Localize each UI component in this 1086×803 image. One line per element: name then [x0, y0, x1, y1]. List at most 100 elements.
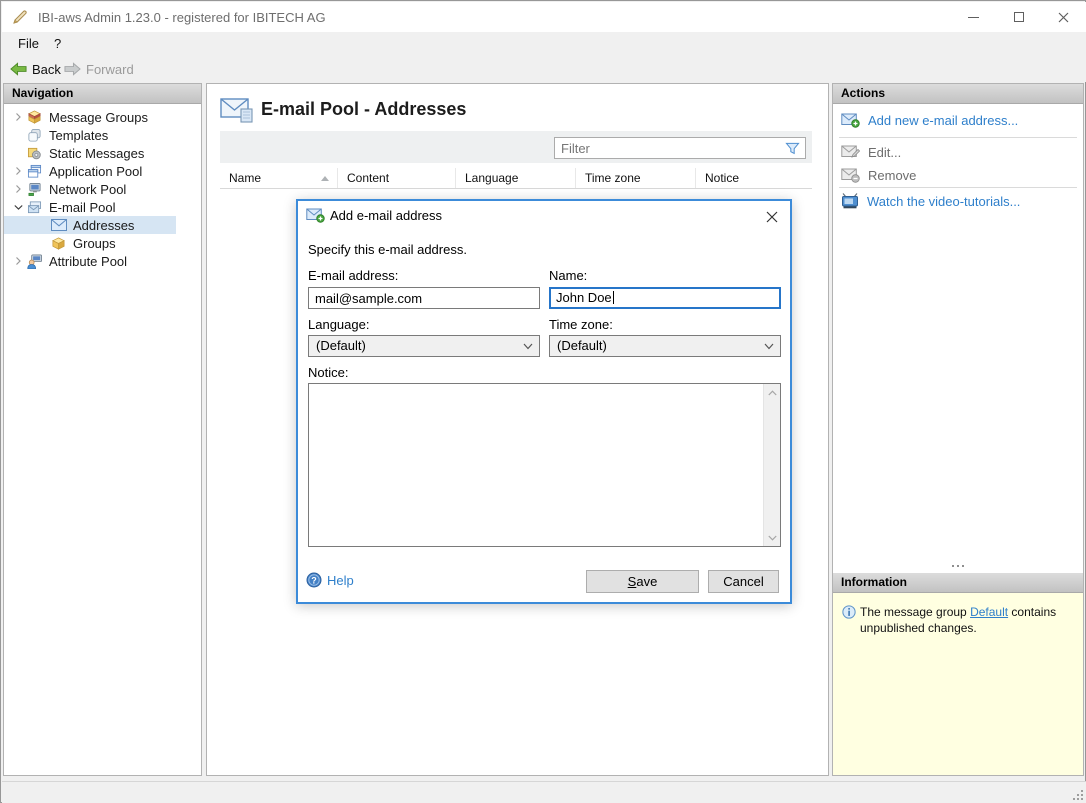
- menu-bar: File ?: [2, 32, 1086, 56]
- tree-item-label: Templates: [49, 127, 109, 143]
- name-field[interactable]: John Doe: [549, 287, 781, 309]
- separator: [839, 187, 1077, 188]
- tree-item-network-pool[interactable]: Network Pool: [4, 180, 201, 198]
- menu-file[interactable]: File: [18, 36, 39, 51]
- chevron-down-icon: [764, 343, 774, 350]
- tree-item-templates[interactable]: Templates: [4, 126, 201, 144]
- dialog-close-button[interactable]: [760, 205, 784, 229]
- information-message: The message group Default contains unpub…: [860, 605, 1057, 635]
- envelope-edit-icon: [841, 145, 860, 158]
- close-icon: [766, 211, 778, 223]
- scroll-up-icon[interactable]: [764, 384, 781, 401]
- tree-item-label: Addresses: [73, 217, 135, 233]
- tree-item-message-groups[interactable]: Message Groups: [4, 108, 201, 126]
- column-header-timezone[interactable]: Time zone: [576, 168, 696, 188]
- action-add-email[interactable]: Add new e-mail address...: [841, 109, 1018, 131]
- sort-ascending-icon: [321, 176, 329, 181]
- resize-grip[interactable]: [1071, 788, 1083, 800]
- back-label: Back: [32, 61, 61, 77]
- dialog-title: Add e-mail address: [330, 208, 442, 223]
- cancel-button[interactable]: Cancel: [708, 570, 779, 593]
- navigation-tree: Message Groups Templates Static Messages…: [4, 104, 201, 270]
- chevron-right-icon[interactable]: [10, 167, 26, 175]
- tree-item-addresses[interactable]: Addresses: [4, 216, 176, 234]
- scroll-down-icon[interactable]: [764, 529, 781, 546]
- action-label: Edit...: [868, 144, 902, 160]
- column-header-name[interactable]: Name: [220, 168, 338, 188]
- scrollbar[interactable]: [763, 384, 780, 546]
- filter-box: [554, 137, 806, 159]
- app-windows-icon: [26, 164, 43, 179]
- tree-item-static-messages[interactable]: Static Messages: [4, 144, 201, 162]
- chevron-right-icon[interactable]: [10, 257, 26, 265]
- language-select[interactable]: (Default): [308, 335, 540, 357]
- minimize-icon: [968, 16, 979, 18]
- templates-icon: [26, 128, 43, 143]
- page-title: E-mail Pool - Addresses: [261, 99, 467, 119]
- action-edit-email: Edit...: [841, 141, 901, 163]
- chevron-down-icon[interactable]: [10, 203, 26, 211]
- column-header-content[interactable]: Content: [338, 168, 456, 188]
- title-bar: IBI-aws Admin 1.23.0 - registered for IB…: [2, 2, 1086, 32]
- envelope-remove-icon: [841, 168, 860, 183]
- information-header: Information: [833, 573, 1083, 593]
- back-button[interactable]: Back: [10, 59, 61, 79]
- save-button[interactable]: Save: [586, 570, 699, 593]
- filter-strip: [220, 131, 812, 163]
- close-button[interactable]: [1041, 2, 1086, 32]
- arrow-left-green-icon: [10, 62, 27, 76]
- funnel-icon[interactable]: [785, 142, 800, 160]
- action-remove-email: Remove: [841, 164, 916, 186]
- language-label: Language:: [308, 317, 370, 332]
- action-label: Remove: [868, 167, 917, 183]
- chevron-down-icon: [523, 343, 533, 350]
- chevron-right-icon[interactable]: [10, 185, 26, 193]
- tree-item-label: Attribute Pool: [49, 253, 128, 269]
- forward-label: Forward: [86, 61, 134, 77]
- tree-item-label: Message Groups: [49, 109, 148, 125]
- notice-label: Notice:: [308, 365, 349, 380]
- action-watch-tutorials[interactable]: Watch the video-tutorials...: [841, 190, 1020, 212]
- filter-input[interactable]: [561, 140, 771, 156]
- envelope-add-icon: [841, 113, 860, 128]
- package-icon: [50, 236, 67, 251]
- envelope-add-icon: [306, 208, 325, 228]
- action-label: Add new e-mail address...: [868, 112, 1019, 128]
- maximize-button[interactable]: [996, 2, 1041, 32]
- network-icon: [26, 182, 43, 197]
- add-email-address-dialog: Add e-mail address Specify this e-mail a…: [296, 199, 792, 604]
- envelope-stack-icon: [26, 200, 43, 215]
- email-label: E-mail address:: [308, 268, 399, 283]
- actions-header: Actions: [833, 84, 1083, 104]
- tree-item-email-pool[interactable]: E-mail Pool: [4, 198, 201, 216]
- tree-item-label: Static Messages: [49, 145, 145, 161]
- email-field[interactable]: [308, 287, 540, 309]
- dialog-description: Specify this e-mail address.: [308, 242, 467, 257]
- tree-item-application-pool[interactable]: Application Pool: [4, 162, 201, 180]
- timezone-select[interactable]: (Default): [549, 335, 781, 357]
- information-panel: The message group Default contains unpub…: [833, 593, 1083, 775]
- forward-button: Forward: [64, 59, 134, 79]
- help-link[interactable]: ? Help: [306, 572, 354, 588]
- timezone-label: Time zone:: [549, 317, 613, 332]
- close-icon: [1058, 12, 1069, 22]
- text-caret: [612, 291, 614, 304]
- menu-help[interactable]: ?: [54, 36, 61, 51]
- default-group-link[interactable]: Default: [970, 605, 1008, 619]
- notice-textarea[interactable]: [308, 383, 781, 547]
- column-header-notice[interactable]: Notice: [696, 168, 812, 188]
- actions-panel: Actions Add new e-mail address... Edit..…: [832, 83, 1084, 776]
- chevron-right-icon[interactable]: [10, 113, 26, 121]
- tree-item-attribute-pool[interactable]: Attribute Pool: [4, 252, 201, 270]
- name-label: Name:: [549, 268, 588, 283]
- envelope-icon: [50, 219, 67, 231]
- minimize-button[interactable]: [951, 2, 996, 32]
- action-label: Watch the video-tutorials...: [867, 193, 1021, 209]
- app-window: IBI-aws Admin 1.23.0 - registered for IB…: [0, 0, 1086, 803]
- tree-item-groups[interactable]: Groups: [4, 234, 201, 252]
- svg-text:?: ?: [311, 575, 317, 585]
- tv-icon: [842, 193, 858, 209]
- tree-item-label: Network Pool: [49, 181, 127, 197]
- panel-splitter-handle[interactable]: [833, 562, 1083, 570]
- column-header-language[interactable]: Language: [456, 168, 576, 188]
